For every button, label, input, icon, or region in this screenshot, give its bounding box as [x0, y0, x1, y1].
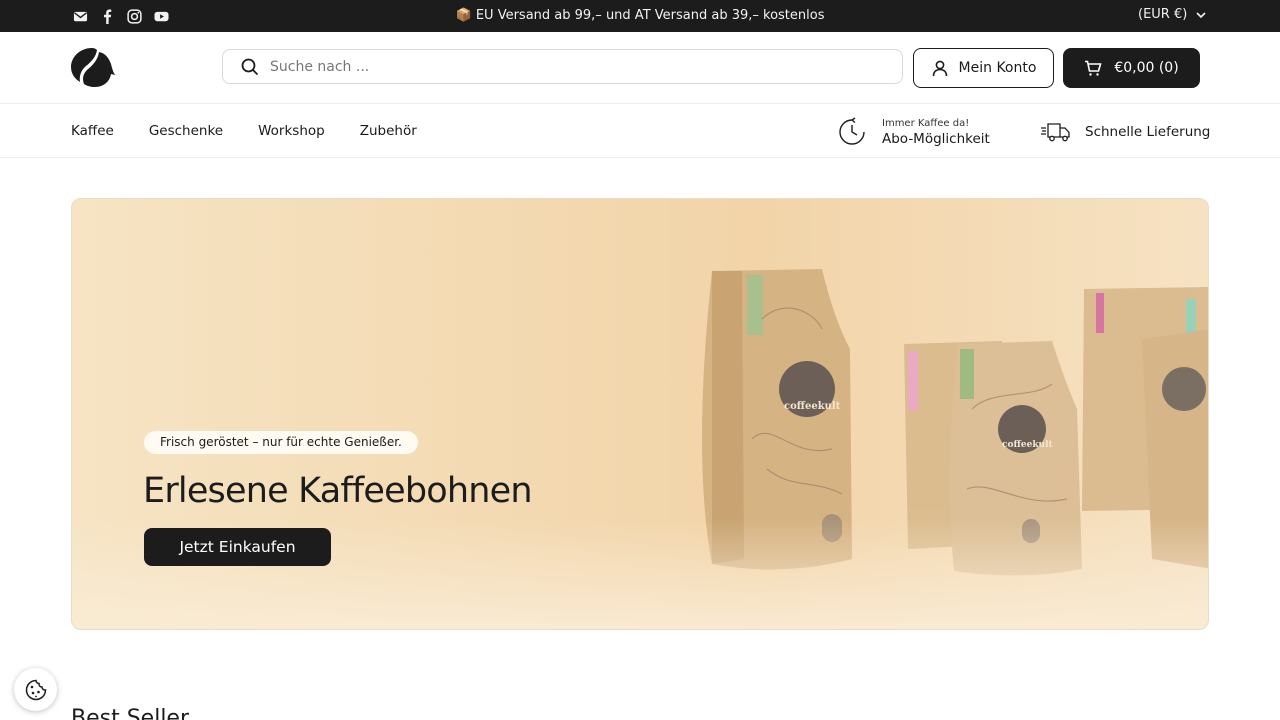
- clock-icon: [839, 117, 865, 145]
- cart-total: €0,00 (0): [1114, 60, 1179, 76]
- shipping-announcement: 📦 EU Versand ab 99,– und AT Versand ab 3…: [455, 8, 825, 23]
- search-icon: [241, 58, 259, 76]
- cookie-settings-button[interactable]: [14, 668, 57, 711]
- delivery-truck-icon: [1041, 123, 1070, 142]
- delivery-usp[interactable]: Schnelle Lieferung: [1040, 120, 1210, 144]
- subscription-small-text: Immer Kaffee da!: [882, 117, 970, 129]
- shop-now-button[interactable]: Jetzt Einkaufen: [144, 528, 331, 566]
- svg-text:coffeekult: coffeekult: [784, 401, 841, 412]
- chevron-down-icon: [1196, 12, 1206, 19]
- cookie-icon: [25, 679, 46, 700]
- subscription-text: Immer Kaffee da! Abo-Möglichkeit: [882, 117, 990, 148]
- main-nav: Kaffee Geschenke Workshop Zubehör: [71, 123, 417, 139]
- delivery-label: Schnelle Lieferung: [1085, 124, 1211, 140]
- cart-icon: [1085, 60, 1102, 76]
- header-divider: [0, 103, 1280, 104]
- search-input[interactable]: [270, 50, 890, 83]
- subscription-big-text: Abo-Möglichkeit: [882, 130, 990, 147]
- bestseller-title: Best Seller: [71, 706, 190, 720]
- nav-item-geschenke[interactable]: Geschenke: [149, 123, 223, 139]
- brand-logo[interactable]: [70, 46, 116, 88]
- user-icon: [932, 60, 947, 77]
- search-bar[interactable]: [222, 49, 903, 84]
- announcement-bar: 📦 EU Versand ab 99,– und AT Versand ab 3…: [0, 0, 1280, 32]
- nav-divider: [0, 157, 1280, 158]
- account-label: Mein Konto: [958, 60, 1037, 76]
- nav-item-zubehoer[interactable]: Zubehör: [360, 123, 417, 139]
- subscription-usp[interactable]: Immer Kaffee da! Abo-Möglichkeit: [836, 115, 990, 149]
- currency-label: (EUR €): [1138, 7, 1188, 22]
- nav-item-workshop[interactable]: Workshop: [258, 123, 325, 139]
- svg-text:coffeekult: coffeekult: [1002, 440, 1054, 450]
- cart-button[interactable]: €0,00 (0): [1063, 48, 1200, 88]
- account-button[interactable]: Mein Konto: [913, 48, 1054, 88]
- hero-banner: coffeekult coffeekult Frisch geröstet – …: [71, 198, 1209, 630]
- hero-title: Erlesene Kaffeebohnen: [143, 471, 533, 511]
- nav-item-kaffee[interactable]: Kaffee: [71, 123, 114, 139]
- currency-selector[interactable]: (EUR €): [1138, 7, 1207, 23]
- hero-tag: Frisch geröstet – nur für echte Genießer…: [144, 431, 418, 454]
